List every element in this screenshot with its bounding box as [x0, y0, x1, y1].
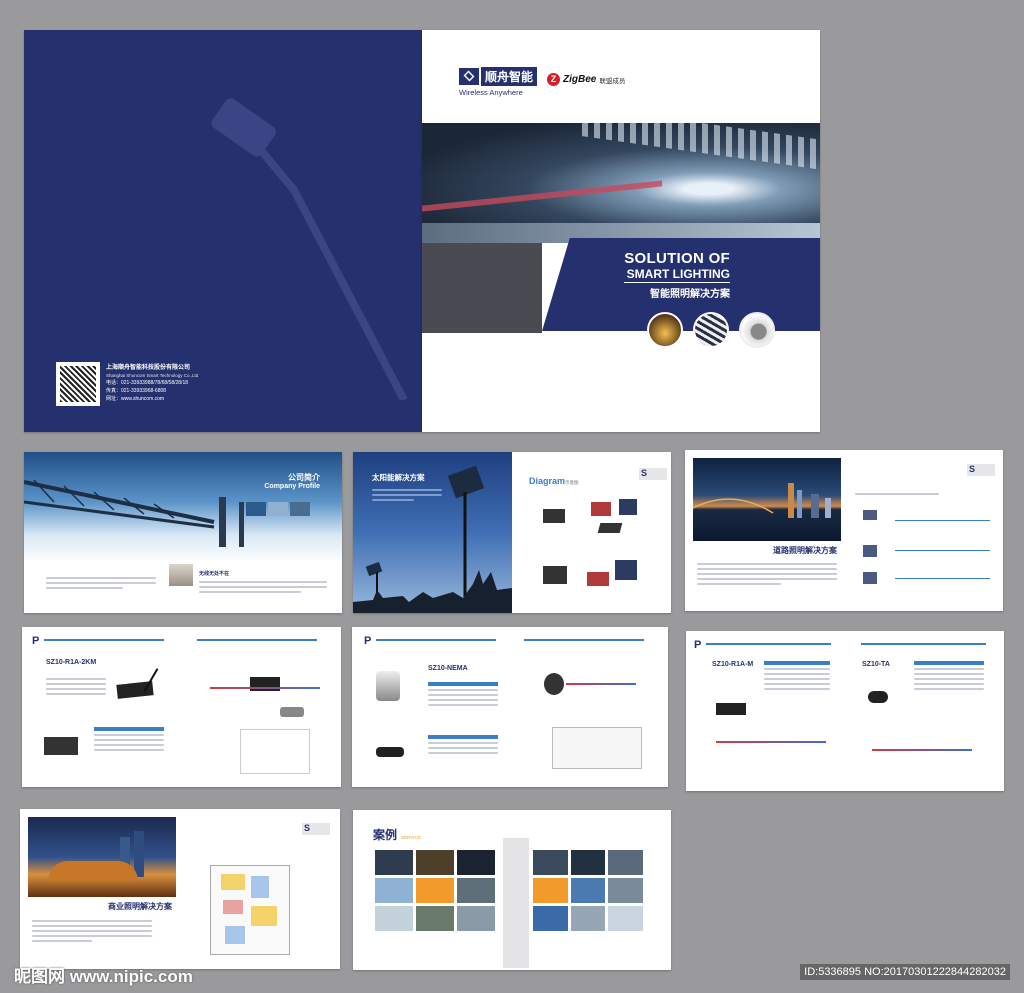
watermark-site: 昵图网 www.nipic.com: [14, 967, 193, 986]
cover-band-grey: [422, 243, 542, 333]
zigbee-text: ZigBee: [563, 74, 597, 85]
product-image-4: [868, 691, 888, 703]
solar-text: [372, 486, 442, 504]
product-image-1b: [44, 737, 78, 755]
product-bar-1: [44, 639, 164, 641]
product-name-3: SZ10-R1A-M: [712, 661, 754, 668]
profile-title-en: Company Profile: [264, 483, 320, 490]
road-title: 道路照明解决方案: [773, 546, 837, 555]
watermark-id: ID:5336895 NO:20170301222844282032: [800, 964, 1010, 980]
case-divider: [503, 838, 529, 968]
product-table-1: [94, 727, 164, 754]
brand-name: 顺舟智能: [481, 67, 538, 86]
commercial-text: [32, 917, 152, 945]
solution-mark: S: [639, 468, 667, 480]
diagram-2: [541, 552, 651, 597]
spread-company-profile: 公司简介 Company Profile 无线无处不在: [24, 452, 342, 613]
cover-title-line1: SOLUTION OF: [624, 250, 730, 267]
night-bridge-photo: [693, 458, 841, 541]
product-image-3: [716, 703, 746, 715]
road-mark: S: [967, 464, 995, 476]
road-diagram: [855, 490, 995, 590]
cover-title-line2: SMART LIGHTING: [624, 267, 730, 283]
product-specs-3: [764, 661, 830, 693]
product-mark-1: P: [32, 635, 40, 647]
profile-thumbnails: [246, 502, 310, 516]
case-subtitle: SERVICE: [401, 835, 421, 840]
product-name-2: SZ10-NEMA: [428, 665, 468, 672]
company-phone: 电话：021-33933988/78/68/58/28/18: [106, 380, 189, 387]
product-mark-2: P: [364, 635, 372, 647]
commercial-title: 商业照明解决方案: [108, 902, 172, 911]
zigbee-member: 联盟成员: [599, 77, 626, 85]
case-grid-right: [533, 850, 643, 931]
wireless-tag: 无线无处不在: [199, 571, 230, 577]
wiring-diagram-1: [210, 667, 320, 777]
company-web: 网址：www.shuncom.com: [106, 395, 165, 402]
product-mark-3: P: [694, 639, 702, 651]
nema-image-2: [544, 673, 564, 695]
product-table-2: [428, 735, 498, 757]
profile-text: [199, 578, 327, 596]
zigbee-logo: Z ZigBee 联盟成员: [547, 73, 625, 86]
product-image-2: [376, 671, 400, 701]
office-photo: [169, 564, 193, 586]
cover-title-cn: 智能照明解决方案: [650, 289, 730, 300]
solar-photo: 太阳能解决方案: [353, 452, 512, 613]
wiring-diagram-3: [716, 741, 826, 743]
spread-road-lighting: 道路照明解决方案 S: [685, 450, 1003, 611]
brand-tagline: Wireless Anywhere: [459, 88, 523, 97]
case-grid-left: [375, 850, 495, 931]
circuit-box-2: [552, 727, 642, 769]
profile-title-cn: 公司简介: [288, 473, 320, 482]
product-specs-4: [914, 661, 984, 693]
solar-title: 太阳能解决方案: [372, 473, 425, 482]
wiring-diagram-2: [566, 683, 636, 685]
circle-lamp: [739, 312, 775, 348]
cover-back: 上海顺舟智能科技股份有限公司 Shanghai Shuncom Smart Te…: [24, 30, 422, 432]
diagram-subtitle: 示意图: [565, 480, 579, 485]
product-specs-1: [46, 675, 106, 698]
spread-product-1: P SZ10-R1A-2KM: [22, 627, 341, 787]
commercial-mark: S: [302, 823, 330, 835]
floor-plan: [210, 865, 290, 955]
qr-code: [56, 362, 100, 406]
spread-commercial: 商业照明解决方案 S: [20, 809, 340, 969]
spread-solar: 太阳能解决方案 Diagram 示意图 S: [353, 452, 671, 613]
product-specs-2: [428, 682, 498, 709]
diagram-title: Diagram: [529, 476, 566, 486]
circle-tunnel: [647, 312, 683, 348]
diagram-1: [541, 497, 651, 537]
road-text: [697, 560, 837, 588]
case-title: 案例: [373, 828, 398, 842]
company-name-cn: 上海顺舟智能科技股份有限公司: [106, 365, 191, 371]
brand-logo: 顺舟智能 Wireless Anywhere: [459, 67, 538, 97]
wiring-diagram-4: [872, 749, 972, 751]
spread-cases: 案例 SERVICE: [353, 810, 671, 970]
mall-photo: [28, 817, 176, 897]
tunnel-photo: [422, 123, 820, 243]
cover-front: 顺舟智能 Wireless Anywhere Z ZigBee 联盟成员 SOL…: [422, 30, 820, 432]
company-name-en: Shanghai Shuncom Smart Technology Co.,Lt…: [106, 373, 199, 379]
spread-product-3: P SZ10-R1A-M SZ10-TA: [686, 631, 1004, 791]
company-fax: 传真：021-33933968-6808: [106, 388, 167, 395]
spread-product-2: P SZ10-NEMA: [352, 627, 668, 787]
brand-icon: [459, 68, 479, 85]
product-name-1: SZ10-R1A-2KM: [46, 659, 97, 666]
product-name-4: SZ10-TA: [862, 661, 890, 668]
circle-led: [693, 312, 729, 348]
zigbee-icon: Z: [547, 73, 560, 86]
profile-text-left: [46, 574, 156, 592]
streetlight-graphic: [211, 98, 408, 400]
lamp-image-2: [376, 747, 404, 757]
